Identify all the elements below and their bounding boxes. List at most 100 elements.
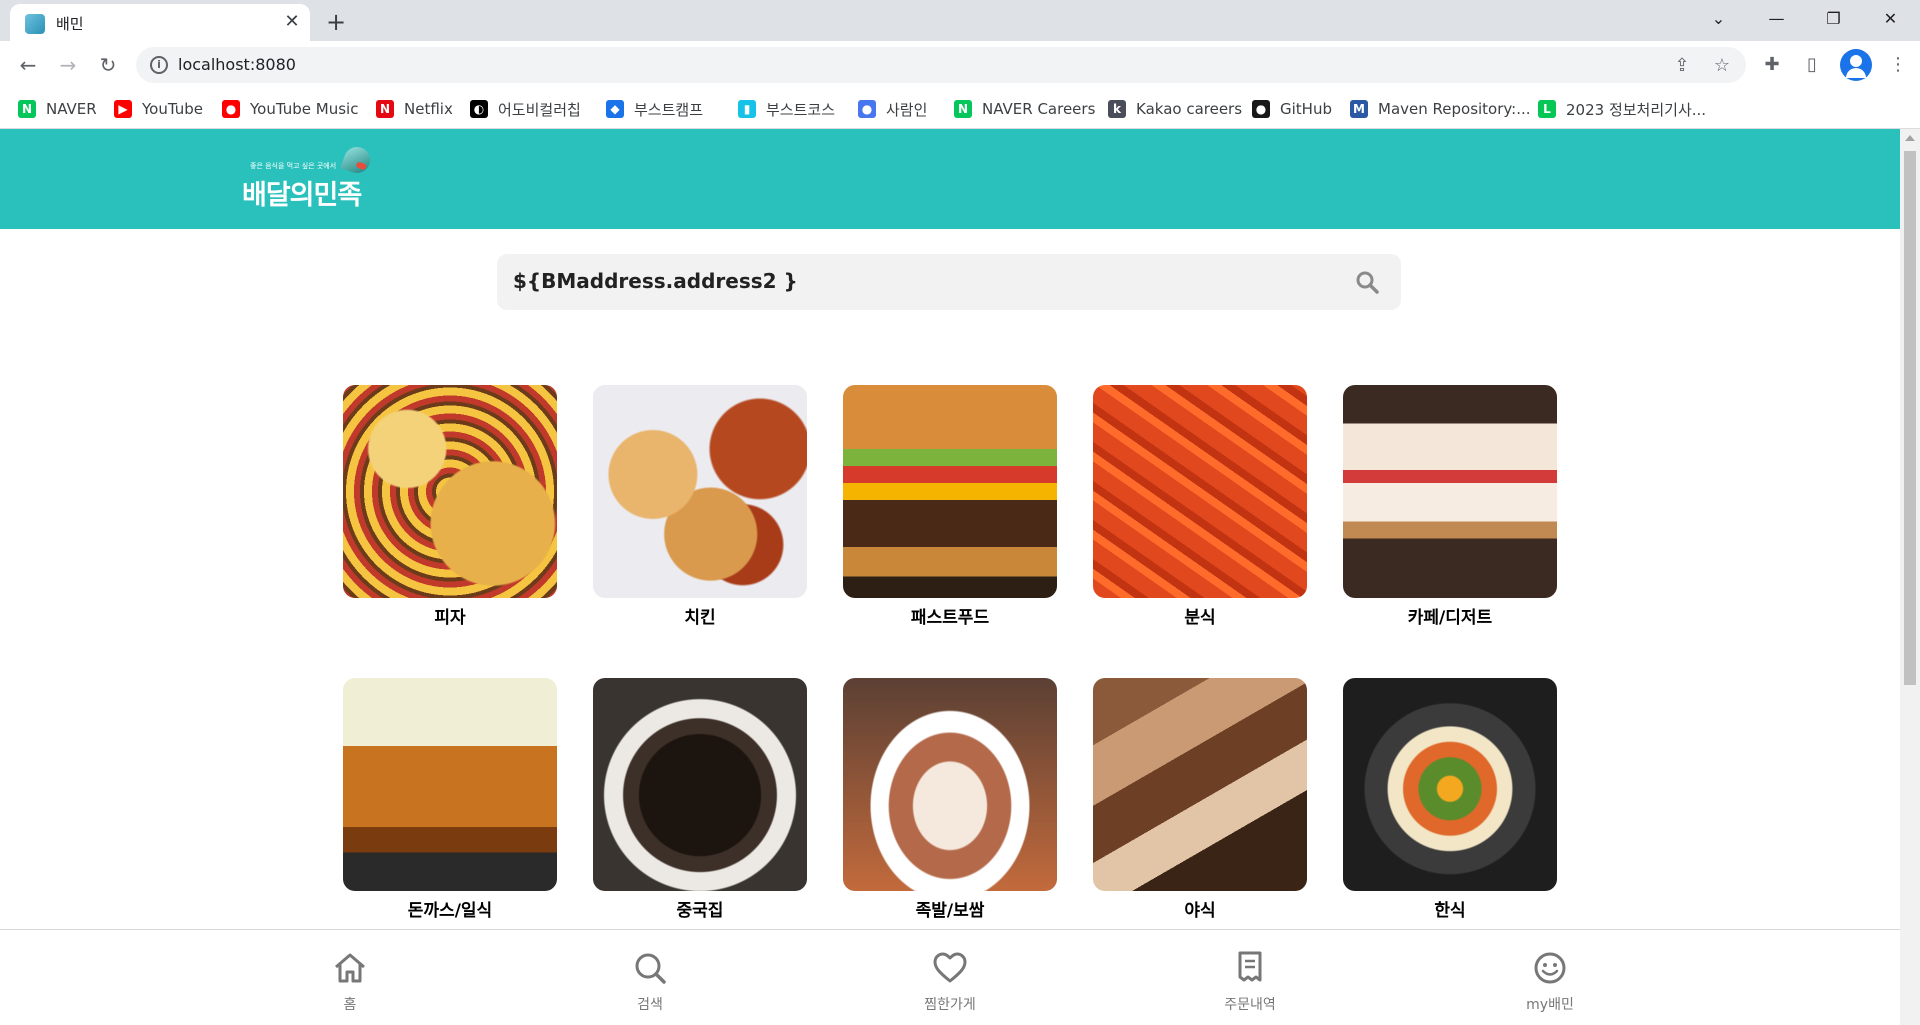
bookmark-item[interactable]: N NAVER Careers [954, 98, 1095, 120]
bookmark-label: YouTube [142, 100, 203, 118]
pizza-image[interactable] [343, 385, 557, 598]
share-icon[interactable]: ⇪ [1670, 54, 1694, 78]
bookmark-item[interactable]: ▶ YouTube [114, 98, 203, 120]
bookmark-item[interactable]: k Kakao careers [1108, 98, 1242, 120]
bookmark-label: Maven Repository:... [1378, 100, 1531, 118]
nav-item-heart[interactable]: 찜한가게 [890, 942, 1010, 1022]
back-button[interactable]: ← [12, 49, 44, 81]
address-bar[interactable]: i localhost:8080 ⇪ ☆ [136, 47, 1746, 83]
forward-button[interactable]: → [52, 49, 84, 81]
bookmark-item[interactable]: ● 사람인 [858, 98, 927, 120]
bookmark-item[interactable]: ▮ 부스트코스 [738, 98, 835, 120]
netflix-icon: N [376, 100, 394, 118]
cake-image[interactable] [1343, 385, 1557, 598]
tteokbokki-image[interactable] [1093, 385, 1307, 598]
bookmark-item[interactable]: ◆ 부스트캠프 [606, 98, 703, 120]
chicken-image[interactable] [593, 385, 807, 598]
site-favicon-icon [25, 14, 45, 34]
scroll-up-arrow-icon[interactable] [1905, 135, 1915, 141]
bookmark-label: GitHub [1280, 100, 1332, 118]
bookmark-label: 어도비컬러칩 [498, 100, 581, 119]
bookmark-label: NAVER Careers [982, 100, 1096, 118]
side-panel-icon[interactable]: ▯ [1798, 51, 1826, 79]
close-tab-icon[interactable]: ✕ [280, 10, 304, 34]
boostcourse-icon: ▮ [738, 100, 756, 118]
category-label[interactable]: 한식 [1343, 896, 1557, 921]
nav-item-search[interactable]: 검색 [590, 942, 710, 1022]
naver-icon: N [18, 100, 36, 118]
minimize-window-button[interactable]: — [1748, 0, 1805, 38]
category-label[interactable]: 치킨 [593, 603, 807, 628]
extensions-icon[interactable]: ✚ [1758, 51, 1786, 79]
page-viewport: 좋은 음식을 먹고 싶은 곳에서 배달의민족 ${BMaddress.addre… [0, 129, 1900, 1025]
bookmark-item[interactable]: N Netflix [376, 98, 453, 120]
profile-avatar[interactable] [1840, 49, 1872, 81]
bookmark-label: 부스트캠프 [634, 100, 704, 119]
bookmark-item[interactable]: ◐ 어도비컬러칩 [470, 98, 581, 120]
bookmark-star-icon[interactable]: ☆ [1710, 54, 1734, 78]
nav-item-smile[interactable]: my배민 [1490, 942, 1610, 1022]
maven-icon: M [1350, 100, 1368, 118]
restore-window-button[interactable]: ❐ [1805, 0, 1862, 38]
category-label[interactable]: 야식 [1093, 896, 1307, 921]
tab-strip: 배민 ✕ + ⌄ — ❐ ✕ [0, 0, 1920, 41]
logo-name: 배달의민족 [242, 180, 362, 211]
chrome-menu-icon[interactable]: ⋮ [1884, 51, 1912, 79]
tab-search-chevron-icon[interactable]: ⌄ [1690, 0, 1747, 38]
youtube-icon: ▶ [114, 100, 132, 118]
category-label[interactable]: 패스트푸드 [843, 603, 1057, 628]
bookmark-item[interactable]: M Maven Repository:... [1350, 98, 1531, 120]
nav-item-home[interactable]: 홈 [290, 942, 410, 1022]
youtube-music-icon: ● [222, 100, 240, 118]
page-scrollbar[interactable] [1900, 129, 1920, 1025]
bibimbap-image[interactable] [1343, 678, 1557, 891]
site-info-icon[interactable]: i [150, 56, 168, 74]
bookmark-item[interactable]: N NAVER [18, 98, 97, 120]
category-label[interactable]: 피자 [343, 603, 557, 628]
close-window-button[interactable]: ✕ [1862, 0, 1919, 38]
category-label[interactable]: 족발/보쌈 [843, 896, 1057, 921]
nav-label: 찜한가게 [924, 997, 976, 1013]
browser-tab[interactable]: 배민 ✕ [10, 4, 310, 41]
search-icon [635, 953, 666, 984]
baemin-logo[interactable]: 좋은 음식을 먹고 싶은 곳에서 배달의민족 [242, 141, 382, 217]
category-label[interactable]: 중국집 [593, 896, 807, 921]
bookmark-label: YouTube Music [250, 100, 359, 118]
bookmark-label: 부스트코스 [766, 100, 836, 119]
bookmark-label: 사람인 [886, 100, 928, 119]
scroll-thumb[interactable] [1904, 151, 1916, 685]
smile-icon [1534, 952, 1566, 984]
bookmark-label: Netflix [404, 100, 453, 118]
address-url[interactable]: localhost:8080 [178, 55, 296, 74]
new-tab-button[interactable]: + [322, 8, 350, 36]
bookmarks-bar: N NAVER ▶ YouTube ● YouTube Music N Netflix ◐ 어도비… [0, 89, 1920, 129]
burger-image[interactable] [843, 385, 1057, 598]
adobe-color-icon: ◐ [470, 100, 488, 118]
night-snack-image[interactable] [1093, 678, 1307, 891]
bottom-nav: 홈 검색 찜한가게 주문내역 my배민 [0, 929, 1900, 1025]
address-search-text[interactable]: ${BMaddress.address2 } [513, 269, 798, 293]
logo-tagline: 좋은 음식을 먹고 싶은 곳에서 [250, 162, 337, 170]
jokbal-image[interactable] [843, 678, 1057, 891]
nav-item-receipt[interactable]: 주문내역 [1190, 942, 1310, 1022]
heart-icon [933, 952, 967, 983]
category-label[interactable]: 돈까스/일식 [343, 896, 557, 921]
bookmark-item[interactable]: ● GitHub [1252, 98, 1332, 120]
tab-title: 배민 [56, 15, 84, 33]
jjajangmyeon-image[interactable] [593, 678, 807, 891]
bookmark-label: NAVER [46, 100, 97, 118]
nav-label: 주문내역 [1224, 997, 1276, 1013]
receipt-icon [1238, 951, 1262, 982]
address-search-bar[interactable]: ${BMaddress.address2 } [497, 254, 1401, 310]
category-label[interactable]: 카페/디저트 [1343, 603, 1557, 628]
search-icon[interactable] [1355, 270, 1379, 294]
bookmark-item[interactable]: L 2023 정보처리기사... [1538, 98, 1706, 120]
nav-label: 홈 [343, 997, 357, 1013]
github-icon: ● [1252, 100, 1270, 118]
kakao-careers-icon: k [1108, 100, 1126, 118]
tonkatsu-image[interactable] [343, 678, 557, 891]
reload-button[interactable]: ↻ [92, 49, 124, 81]
category-label[interactable]: 분식 [1093, 603, 1307, 628]
bookmark-item[interactable]: ● YouTube Music [222, 98, 358, 120]
logo-mascot-icon [340, 143, 374, 177]
